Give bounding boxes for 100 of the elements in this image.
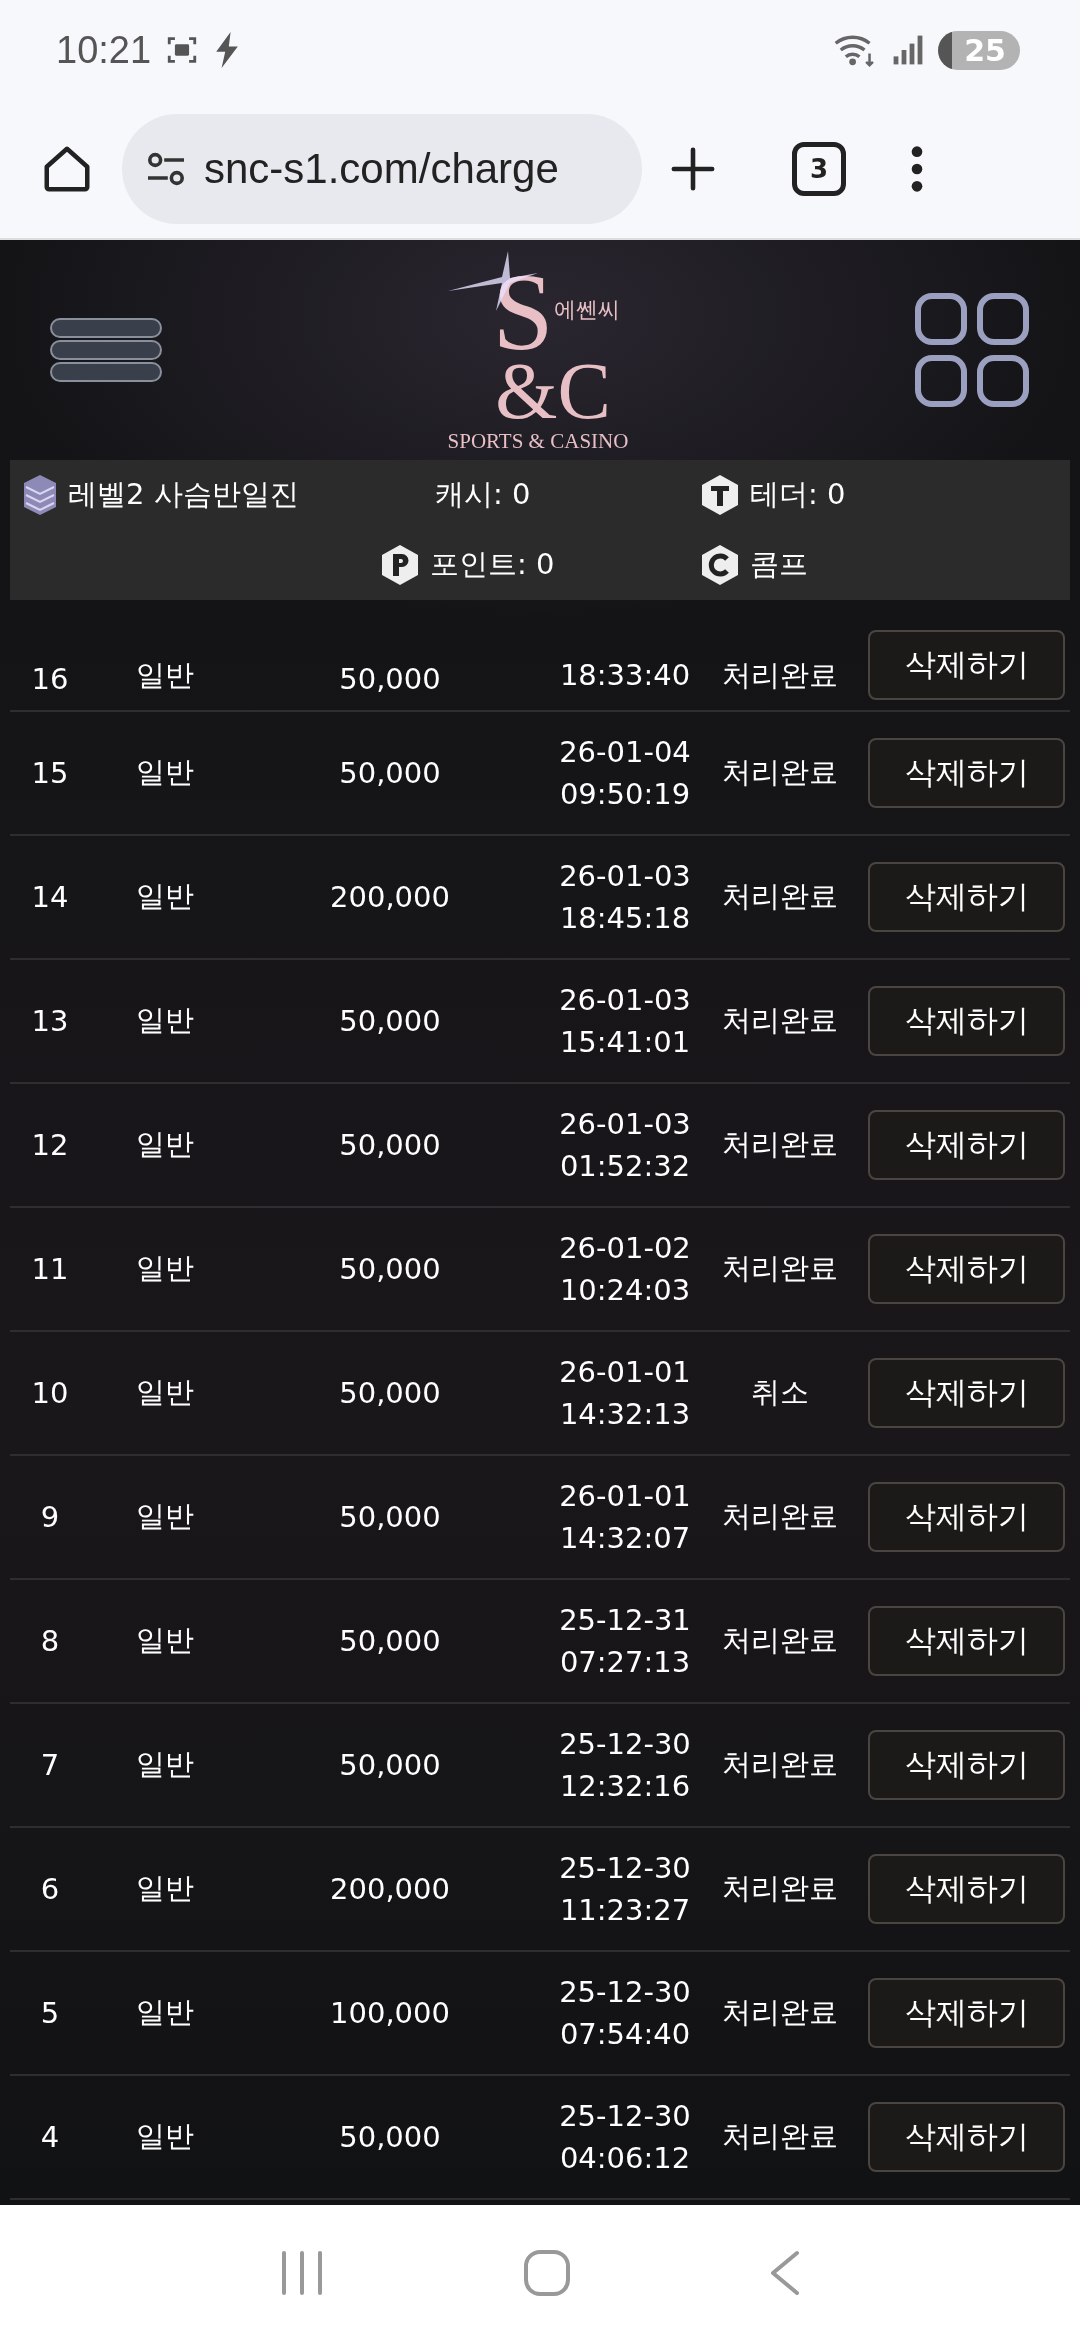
logo-tagline: SPORTS & CASINO [447,429,629,454]
amount-cell-text: 50,000 [338,1128,442,1162]
amount-cell-text: 100,000 [329,1996,451,2030]
row-number: 5 [39,1996,61,2030]
back-icon[interactable] [770,2249,801,2296]
datetime-cell-text: 26-01-03 18:45:18 [558,858,692,937]
row-number: 10 [30,1376,70,1410]
comp-label: 콤프 [750,546,808,583]
type-cell-text: 일반 [135,1374,195,1411]
type-cell-text: 일반 [135,1126,195,1163]
delete-button[interactable]: 삭제하기 [868,1482,1065,1552]
battery-indicator: 25 [938,30,1020,70]
amount-cell-text: 50,000 [338,1500,442,1534]
delete-button[interactable]: 삭제하기 [868,1234,1065,1304]
grid-icon[interactable] [914,292,1030,408]
amount-cell-text: 50,000 [338,1376,442,1410]
type-cell-text: 일반 [135,878,195,915]
datetime-cell-text: 26-01-03 01:52:32 [558,1106,692,1185]
delete-button[interactable]: 삭제하기 [868,2102,1065,2172]
status-cell-text: 처리완료 [721,1994,839,2031]
status-cell-text: 처리완료 [721,1498,839,1535]
more-icon[interactable] [910,145,924,193]
delete-button[interactable]: 삭제하기 [868,1854,1065,1924]
p-coin-icon [380,544,420,586]
row-number: 7 [39,1748,61,1782]
datetime-cell-text: 25-12-30 07:54:40 [558,1974,692,2053]
type-cell-text: 일반 [135,1002,195,1039]
amount-cell-text: 50,000 [338,1004,442,1038]
row-number: 6 [39,1872,61,1906]
datetime-cell-text: 25-12-30 04:06:12 [558,2098,692,2177]
t-coin-icon [700,474,740,516]
datetime-cell-text: 25-12-31 07:27:13 [558,1602,692,1681]
c-coin-icon [700,544,740,586]
datetime-cell-text: 25-12-30 11:23:27 [558,1850,692,1929]
row-number: 12 [30,1128,70,1162]
cash-label: 캐시: 0 [435,476,531,513]
status-cell-text: 처리완료 [721,1870,839,1907]
status-cell-text: 처리완료 [721,1622,839,1659]
point-label: 포인트: 0 [430,546,555,583]
amount-cell-text: 50,000 [338,1252,442,1286]
status-cell-text: 처리완료 [721,754,839,791]
delete-button[interactable]: 삭제하기 [868,986,1065,1056]
type-cell-text: 일반 [135,1746,195,1783]
layers-icon [22,473,58,517]
delete-button[interactable]: 삭제하기 [868,862,1065,932]
signal-icon [892,34,925,66]
delete-button[interactable]: 삭제하기 [868,630,1065,700]
level-label: 레벨2 사슴반일진 [68,476,299,513]
status-cell-text: 처리완료 [721,1126,839,1163]
delete-button[interactable]: 삭제하기 [868,1358,1065,1428]
row-number: 8 [39,1624,61,1658]
row-number: 4 [39,2120,61,2154]
status-cell-text: 처리완료 [721,1002,839,1039]
menu-icon[interactable] [50,318,162,382]
datetime-cell-text: 26-01-03 15:41:01 [558,982,692,1061]
type-cell-text: 일반 [135,1870,195,1907]
type-cell-text: 일반 [135,1994,195,2031]
address-bar[interactable]: snc-s1.com/charge [122,114,642,224]
row-number: 9 [39,1500,61,1534]
amount-cell-text: 50,000 [338,1624,442,1658]
row-number: 14 [30,880,70,914]
type-cell-text: 일반 [135,1498,195,1535]
status-cell-text: 처리완료 [721,1746,839,1783]
datetime-cell-text: 26-01-02 10:24:03 [558,1230,692,1309]
home-button-icon[interactable] [523,2248,571,2297]
logo-korean: 에쎈씨 [554,296,620,324]
delete-button[interactable]: 삭제하기 [868,1730,1065,1800]
delete-button[interactable]: 삭제하기 [868,738,1065,808]
tab-count-button[interactable]: 3 [792,142,846,196]
status-cell-text: 취소 [750,1374,810,1411]
row-number: 11 [30,1252,70,1286]
amount-cell-text: 50,000 [338,2120,442,2154]
logo-mark: &C [495,357,611,425]
amount-cell-text: 200,000 [329,1872,451,1906]
type-cell-text: 일반 [135,754,195,791]
delete-button[interactable]: 삭제하기 [868,1978,1065,2048]
type-cell-text: 일반 [135,1622,195,1659]
datetime-cell-text: 26-01-01 14:32:13 [558,1354,692,1433]
amount-cell-text: 200,000 [329,880,451,914]
amount-cell-text: 50,000 [338,662,442,696]
delete-button[interactable]: 삭제하기 [868,1110,1065,1180]
amount-cell-text: 50,000 [338,756,442,790]
tether-label: 테더: 0 [750,476,846,513]
datetime-cell-text: 26-01-01 14:32:07 [558,1478,692,1557]
status-time: 10:21 [56,28,152,72]
new-tab-icon[interactable] [670,146,716,192]
recent-apps-icon[interactable] [279,2249,324,2296]
amount-cell-text: 50,000 [338,1748,442,1782]
row-number: 16 [30,662,70,696]
row-number: 15 [30,756,70,790]
datetime-cell-text: 18:33:40 [558,657,692,694]
row-number: 13 [30,1004,70,1038]
url-text: snc-s1.com/charge [204,145,559,193]
delete-button[interactable]: 삭제하기 [868,1606,1065,1676]
status-cell-text: 처리완료 [721,657,839,694]
status-cell-text: 처리완료 [721,878,839,915]
status-cell-text: 처리완료 [721,2118,839,2155]
type-cell-text: 일반 [135,1250,195,1287]
datetime-cell-text: 26-01-04 09:50:19 [558,734,692,813]
type-cell-text: 일반 [135,657,195,694]
